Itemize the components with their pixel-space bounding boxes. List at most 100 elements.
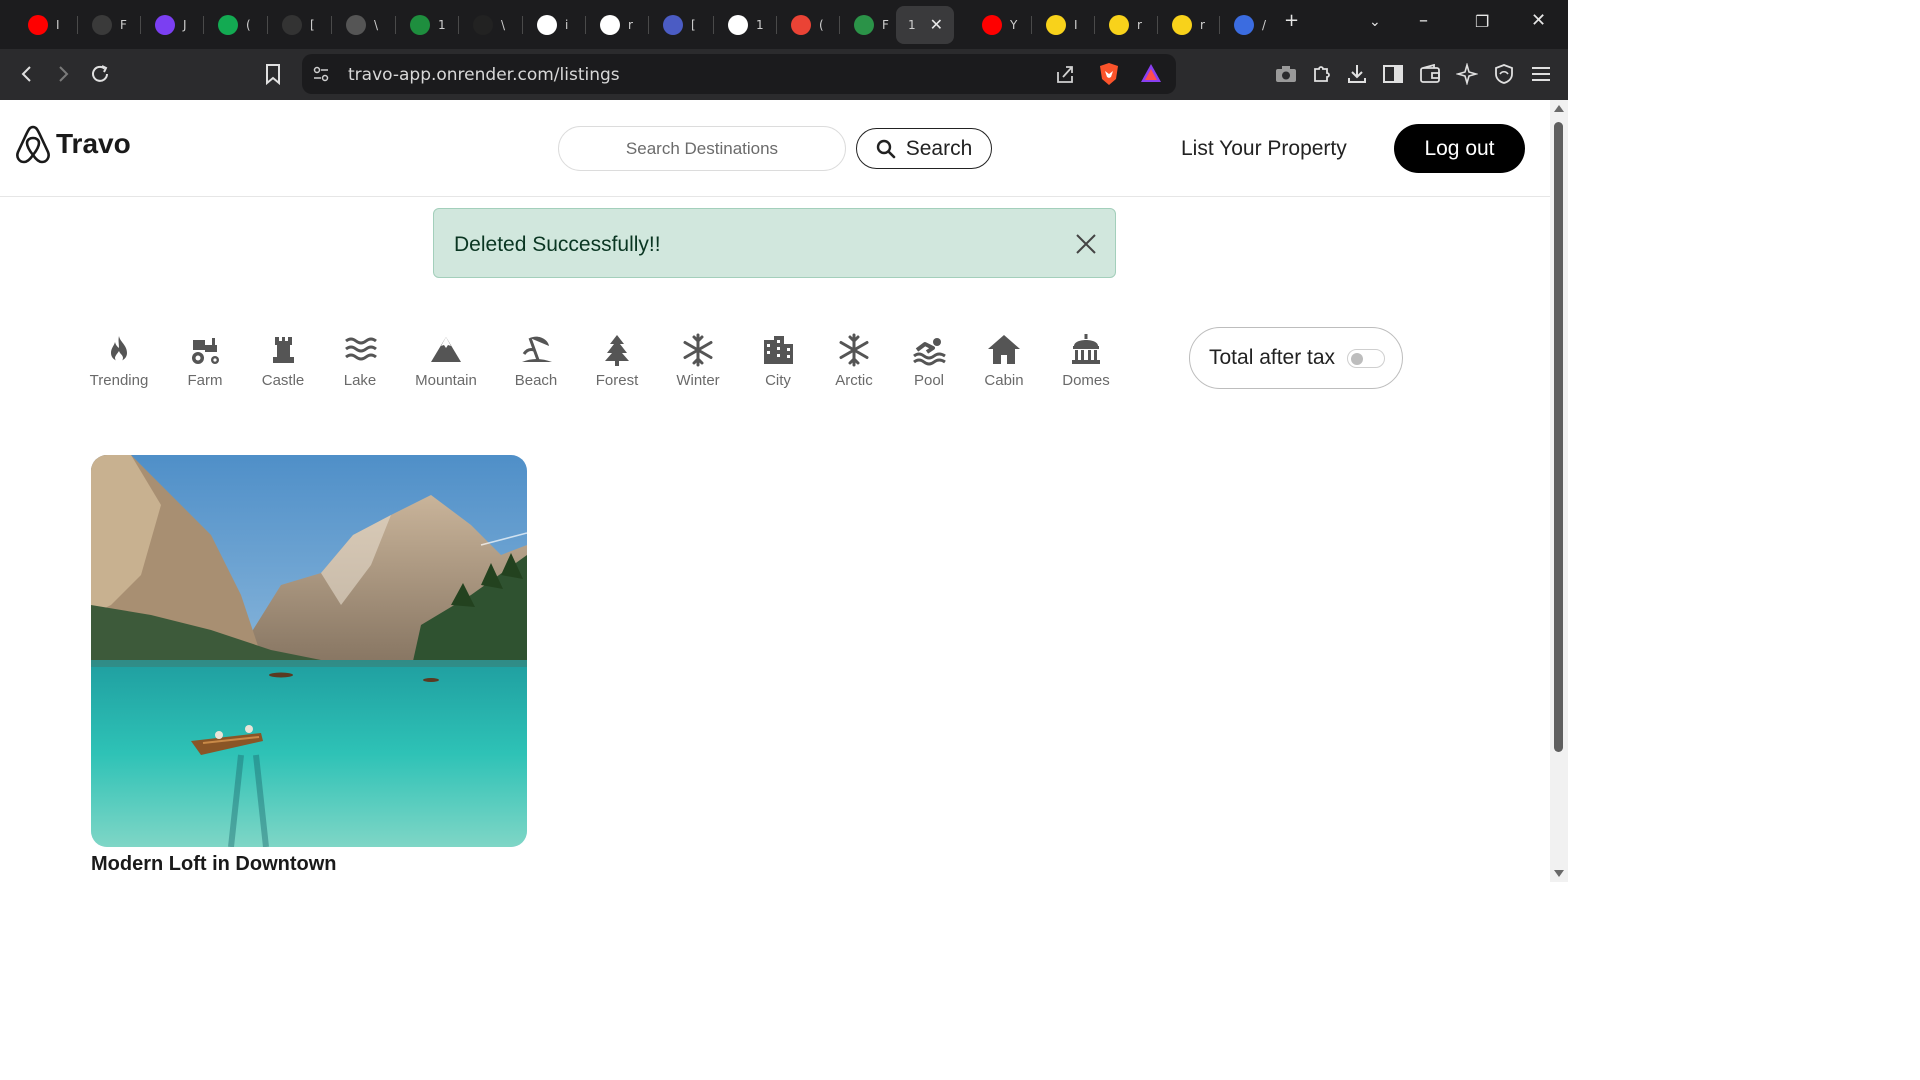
filter-label: Beach xyxy=(514,372,558,389)
brand-logo[interactable]: Travo xyxy=(14,124,131,164)
browser-tab[interactable]: r xyxy=(588,6,648,44)
filter-farm[interactable]: Farm xyxy=(165,332,245,389)
bird-icon xyxy=(663,15,683,35)
forward-button[interactable] xyxy=(50,61,76,87)
filter-arctic[interactable]: Arctic xyxy=(814,332,894,389)
filter-label: Trending xyxy=(89,372,149,389)
back-button[interactable] xyxy=(14,61,40,87)
tab-separator xyxy=(140,16,141,34)
tractor-icon xyxy=(185,332,225,368)
reload-icon xyxy=(92,65,108,82)
tab-title: F xyxy=(120,18,127,32)
share-icon[interactable] xyxy=(1054,63,1076,85)
person-swimming-icon xyxy=(909,332,949,368)
browser-tab[interactable]: ( xyxy=(206,6,266,44)
brave-shield-icon[interactable] xyxy=(1098,62,1120,86)
listing-card[interactable]: Modern Loft in Downtown xyxy=(91,455,527,876)
tax-toggle-switch[interactable] xyxy=(1347,348,1386,368)
leaf-icon xyxy=(92,15,112,35)
tab-title: [ xyxy=(691,18,696,32)
filter-forest[interactable]: Forest xyxy=(577,332,657,389)
sparkle-icon xyxy=(155,15,175,35)
leo-ai-button[interactable] xyxy=(1454,61,1480,87)
filter-castle[interactable]: Castle xyxy=(243,332,323,389)
address-bar[interactable]: travo-app.onrender.com/listings xyxy=(302,54,1176,94)
minimize-button[interactable]: – xyxy=(1419,10,1428,31)
globe-icon xyxy=(346,15,366,35)
browser-tab[interactable]: i xyxy=(525,6,585,44)
brave-rewards-icon[interactable] xyxy=(1140,63,1162,83)
filter-label: Mountain xyxy=(415,372,477,389)
close-icon[interactable] xyxy=(1073,231,1099,257)
browser-tab[interactable]: F xyxy=(80,6,140,44)
filter-label: Lake xyxy=(343,372,377,389)
filter-winter[interactable]: Winter xyxy=(658,332,738,389)
vpn-button[interactable] xyxy=(1491,61,1517,87)
browser-tab[interactable]: / xyxy=(1222,6,1282,44)
filter-cabin[interactable]: Cabin xyxy=(964,332,1044,389)
tab-search-chevron-icon[interactable]: ⌄ xyxy=(1369,14,1381,30)
tab-title: [ xyxy=(310,18,315,32)
browser-tab[interactable]: [ xyxy=(270,6,330,44)
site-settings-icon[interactable] xyxy=(312,65,330,83)
listing-title[interactable]: Modern Loft in Downtown xyxy=(91,853,527,876)
filter-trending[interactable]: Trending xyxy=(79,332,159,389)
github-icon xyxy=(600,15,620,35)
listing-photo[interactable] xyxy=(91,455,527,847)
page-scrollbar[interactable] xyxy=(1550,100,1568,882)
category-filter-bar: Trending Farm Castle Lake Mountain Beach Fores… xyxy=(0,332,1140,402)
bookmark-button[interactable] xyxy=(260,61,286,87)
browser-tab[interactable]: Y xyxy=(970,6,1030,44)
browser-tab[interactable]: F xyxy=(842,6,902,44)
browser-tab[interactable]: 1 xyxy=(398,6,458,44)
downloads-button[interactable] xyxy=(1344,61,1370,87)
browser-tab[interactable]: 1 xyxy=(716,6,776,44)
scrollbar-thumb[interactable] xyxy=(1554,122,1563,752)
search-button[interactable]: Search xyxy=(856,128,992,169)
filter-city[interactable]: City xyxy=(738,332,818,389)
browser-tab[interactable]: I xyxy=(1034,6,1094,44)
browser-tab[interactable]: \ xyxy=(334,6,394,44)
filter-label: Domes xyxy=(1062,372,1110,389)
browser-tab[interactable]: J xyxy=(143,6,203,44)
reload-button[interactable] xyxy=(87,61,113,87)
sparkle-icon xyxy=(1456,63,1478,85)
filter-lake[interactable]: Lake xyxy=(320,332,400,389)
close-tab-icon[interactable]: ✕ xyxy=(930,15,943,35)
filter-beach[interactable]: Beach xyxy=(496,332,576,389)
search-destinations-input[interactable] xyxy=(558,126,846,171)
filter-pool[interactable]: Pool xyxy=(889,332,969,389)
browser-tab[interactable]: I xyxy=(16,6,76,44)
browser-tab[interactable]: [ xyxy=(651,6,711,44)
tab-title: ( xyxy=(819,18,824,32)
extensions-button[interactable] xyxy=(1309,61,1335,87)
tax-toggle[interactable]: Total after tax xyxy=(1189,327,1403,389)
wallet-button[interactable] xyxy=(1417,61,1443,87)
filter-domes[interactable]: Domes xyxy=(1046,332,1126,389)
gmail-icon xyxy=(791,15,811,35)
logout-button[interactable]: Log out xyxy=(1394,124,1525,173)
filter-label: Castle xyxy=(261,372,305,389)
scroll-up-arrow-icon[interactable] xyxy=(1554,105,1564,112)
browser-tab[interactable]: 1 ✕ xyxy=(896,6,954,44)
browser-tab[interactable]: ( xyxy=(779,6,839,44)
browser-tab[interactable]: \ xyxy=(461,6,521,44)
filter-mountain[interactable]: Mountain xyxy=(406,332,486,389)
tab-title: ( xyxy=(246,18,251,32)
tab-title: Y xyxy=(1010,18,1018,32)
menu-button[interactable] xyxy=(1528,61,1554,87)
browser-tab[interactable]: r xyxy=(1160,6,1220,44)
url-text[interactable]: travo-app.onrender.com/listings xyxy=(348,65,620,85)
new-tab-button[interactable]: + xyxy=(1284,10,1299,31)
browser-tab[interactable]: r xyxy=(1097,6,1157,44)
list-your-property-link[interactable]: List Your Property xyxy=(1181,137,1347,161)
screenshot-button[interactable] xyxy=(1273,61,1299,87)
restore-button[interactable]: ❐ xyxy=(1475,12,1489,31)
close-window-button[interactable]: ✕ xyxy=(1531,10,1546,31)
tab-separator xyxy=(1094,16,1095,34)
sidebar-button[interactable] xyxy=(1380,61,1406,87)
flipkart-icon xyxy=(1109,15,1129,35)
scroll-down-arrow-icon[interactable] xyxy=(1554,870,1564,877)
fire-icon xyxy=(99,332,139,368)
google-icon xyxy=(537,15,557,35)
